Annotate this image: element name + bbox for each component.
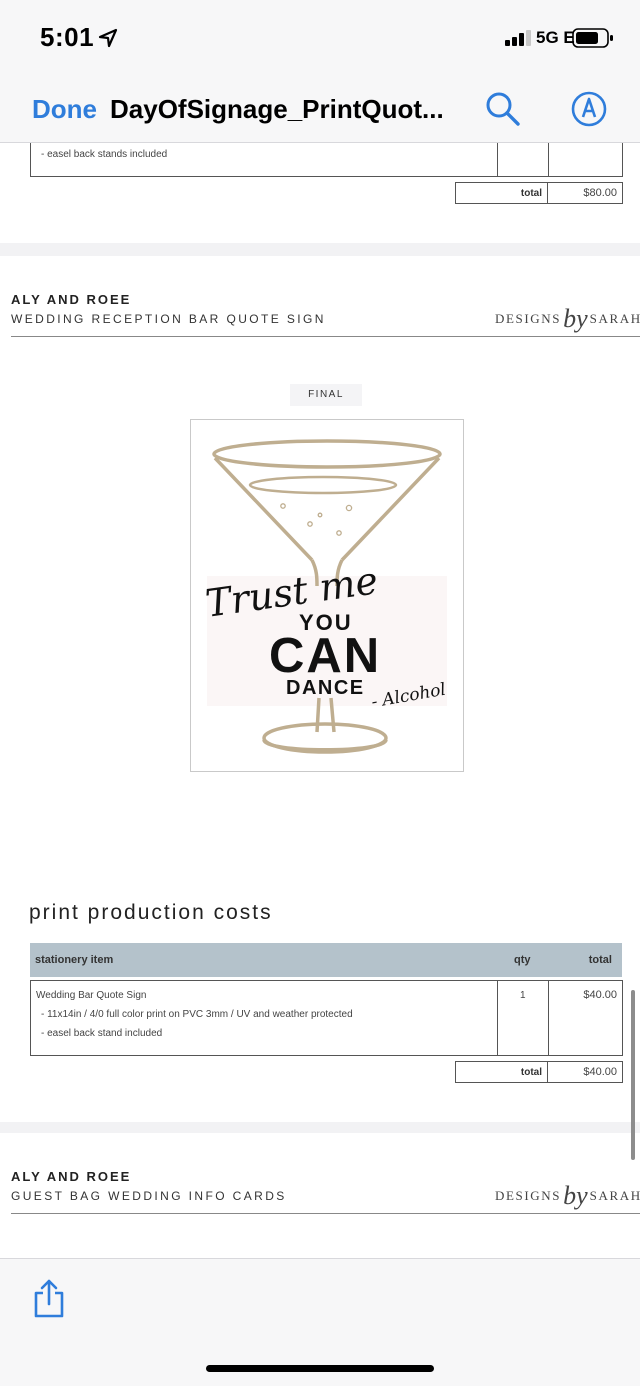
logo-text-left: DESIGNS (495, 1188, 562, 1203)
markup-icon[interactable] (570, 90, 608, 128)
designs-by-sarah-logo: DESIGNSby SARAH (495, 304, 640, 334)
logo-text-left: DESIGNS (495, 311, 562, 326)
designs-by-sarah-logo: DESIGNSby SARAH (495, 1181, 640, 1211)
header-rule (11, 1213, 640, 1214)
pdf-page-previous: - easel back stands included total $80.0… (0, 143, 640, 243)
sign-can-text: CAN (269, 629, 382, 683)
header-rule (11, 336, 640, 337)
sign-proof: Trust me YOU CAN DANCE - Alcohol (190, 419, 464, 772)
total-label: total (520, 1067, 542, 1078)
scroll-indicator[interactable] (631, 990, 635, 1160)
battery-icon (572, 28, 613, 48)
bottom-toolbar (0, 1258, 640, 1386)
col-total-header: total (588, 954, 612, 966)
total-value-cell: $40.00 (547, 1061, 623, 1083)
item-detail-line: - easel back stand included (41, 1028, 163, 1039)
client-name: ALY AND ROEE (11, 292, 132, 307)
signal-icon (505, 30, 531, 46)
item-name: Wedding Bar Quote Sign (36, 990, 147, 1001)
table-header: stationery item qty total (30, 943, 622, 977)
total-value-cell: $80.00 (547, 182, 623, 204)
page-subtitle: GUEST BAG WEDDING INFO CARDS (11, 1189, 287, 1203)
item-detail-line: - 11x14in / 4/0 full color print on PVC … (41, 1009, 353, 1020)
pdf-page-guest-bag-cards: ALY AND ROEE GUEST BAG WEDDING INFO CARD… (0, 1133, 640, 1258)
share-icon[interactable] (32, 1279, 66, 1319)
total-cell: $40.00 (548, 980, 623, 1056)
total-label: total (520, 188, 542, 199)
total-value: $40.00 (583, 1066, 617, 1078)
final-tag: FINAL (290, 384, 362, 406)
done-button[interactable]: Done (32, 94, 97, 125)
table-row: Wedding Bar Quote Sign - 11x14in / 4/0 f… (30, 980, 498, 1056)
item-total: $40.00 (583, 989, 617, 1001)
document-title: DayOfSignage_PrintQuot... (110, 94, 444, 124)
qty-cell: 1 (497, 980, 549, 1056)
network-type: 5G E (536, 28, 575, 47)
location-arrow-icon (98, 28, 118, 48)
item-detail-line: - easel back stands included (41, 149, 168, 160)
final-label: FINAL (308, 389, 344, 400)
logo-text-right: SARAH (589, 311, 640, 326)
section-title: print production costs (29, 901, 273, 924)
status-time: 5:01 (40, 22, 95, 52)
item-qty: 1 (520, 990, 526, 1001)
pdf-page-bar-quote-sign: ALY AND ROEE WEDDING RECEPTION BAR QUOTE… (0, 256, 640, 1122)
logo-text-by: by (563, 304, 588, 333)
sign-dance-text: DANCE (286, 677, 365, 699)
col-item-header: stationery item (35, 954, 114, 966)
document-nav-bar: Done DayOfSignage_PrintQuot... (0, 76, 640, 143)
logo-text-by: by (563, 1181, 588, 1210)
page-subtitle: WEDDING RECEPTION BAR QUOTE SIGN (11, 312, 326, 326)
logo-text-right: SARAH (589, 1188, 640, 1203)
total-value: $80.00 (583, 187, 617, 199)
search-icon[interactable] (484, 90, 522, 128)
item-cell: - easel back stands included (30, 143, 498, 177)
client-name: ALY AND ROEE (11, 1169, 132, 1184)
col-qty-header: qty (514, 954, 531, 966)
total-label-cell: total (455, 182, 548, 204)
total-label-cell: total (455, 1061, 548, 1083)
total-cell (548, 143, 623, 177)
status-bar: 5:01 5G E (0, 0, 640, 76)
qty-cell (497, 143, 549, 177)
home-indicator[interactable] (206, 1365, 434, 1372)
